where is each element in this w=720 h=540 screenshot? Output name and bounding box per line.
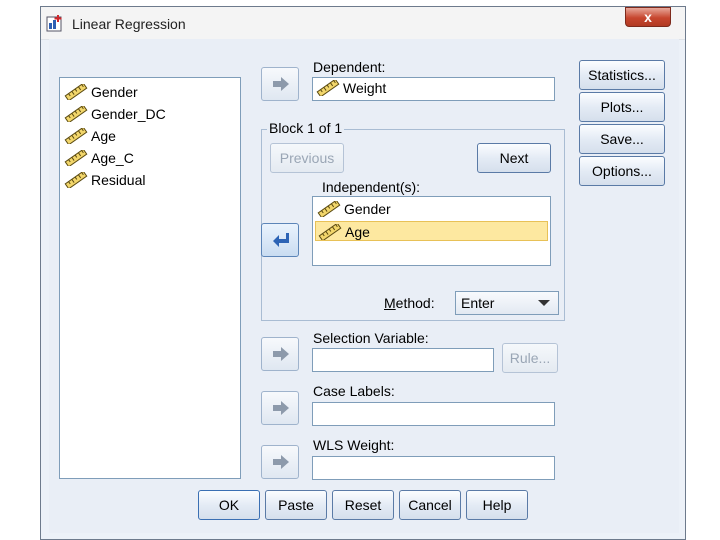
variable-list[interactable]: Gender Gender_DC Age Age_C Residual	[59, 77, 241, 479]
method-label: Method:	[384, 295, 435, 311]
title-bar: Linear Regression x	[41, 7, 685, 40]
reset-button[interactable]: Reset	[332, 490, 394, 520]
list-item[interactable]: Residual	[62, 170, 232, 190]
scale-ruler-icon	[64, 172, 88, 188]
previous-button[interactable]: Previous	[270, 143, 344, 173]
options-button[interactable]: Options...	[579, 156, 665, 186]
arrow-right-icon	[273, 401, 289, 415]
save-button[interactable]: Save...	[579, 124, 665, 154]
ok-button[interactable]: OK	[198, 490, 260, 520]
list-item[interactable]: Age_C	[62, 148, 232, 168]
wls-weight-label: WLS Weight:	[313, 437, 395, 453]
list-item[interactable]: Age	[315, 221, 548, 241]
scale-ruler-icon	[64, 84, 88, 100]
list-item[interactable]: Gender	[315, 199, 548, 219]
chevron-down-icon	[538, 300, 550, 306]
move-to-dependent-button[interactable]	[261, 67, 299, 101]
close-button[interactable]: x	[625, 7, 671, 27]
scale-ruler-icon	[64, 106, 88, 122]
selection-variable-field[interactable]	[312, 348, 494, 372]
arrow-right-icon	[273, 455, 289, 469]
list-item[interactable]: Age	[62, 126, 232, 146]
list-item[interactable]: Weight	[314, 79, 550, 99]
linear-regression-dialog: Linear Regression x Gender Gender_DC Age…	[40, 6, 686, 540]
cancel-button[interactable]: Cancel	[399, 490, 461, 520]
wls-weight-field[interactable]	[312, 456, 555, 480]
scale-ruler-icon	[316, 80, 340, 96]
paste-button[interactable]: Paste	[265, 490, 327, 520]
move-to-case-labels-button[interactable]	[261, 391, 299, 425]
scale-ruler-icon	[317, 201, 341, 217]
independent-label: Independent(s):	[322, 179, 421, 195]
move-to-wls-weight-button[interactable]	[261, 445, 299, 479]
window-title: Linear Regression	[72, 16, 186, 32]
help-button[interactable]: Help	[466, 490, 528, 520]
case-labels-label: Case Labels:	[313, 383, 395, 399]
dialog-body: Gender Gender_DC Age Age_C Residual Depe…	[49, 39, 679, 533]
scale-ruler-icon	[318, 224, 342, 240]
app-icon	[46, 15, 62, 32]
next-button[interactable]: Next	[477, 143, 551, 173]
move-to-selection-button[interactable]	[261, 337, 299, 371]
case-labels-field[interactable]	[312, 402, 555, 426]
rule-button[interactable]: Rule...	[502, 343, 558, 373]
method-select[interactable]: Enter	[455, 291, 559, 315]
independent-list[interactable]: Gender Age	[312, 196, 551, 266]
statistics-button[interactable]: Statistics...	[579, 60, 665, 90]
list-item[interactable]: Gender_DC	[62, 104, 232, 124]
plots-button[interactable]: Plots...	[579, 92, 665, 122]
dependent-field[interactable]: Weight	[312, 77, 555, 101]
selection-variable-label: Selection Variable:	[313, 330, 429, 346]
arrow-right-icon	[273, 347, 289, 361]
scale-ruler-icon	[64, 128, 88, 144]
arrow-left-icon	[273, 233, 289, 247]
scale-ruler-icon	[64, 150, 88, 166]
list-item[interactable]: Gender	[62, 82, 232, 102]
arrow-right-icon	[273, 77, 289, 91]
block-legend: Block 1 of 1	[267, 120, 345, 136]
dependent-label: Dependent:	[313, 59, 386, 75]
move-to-independent-button[interactable]	[261, 223, 299, 257]
